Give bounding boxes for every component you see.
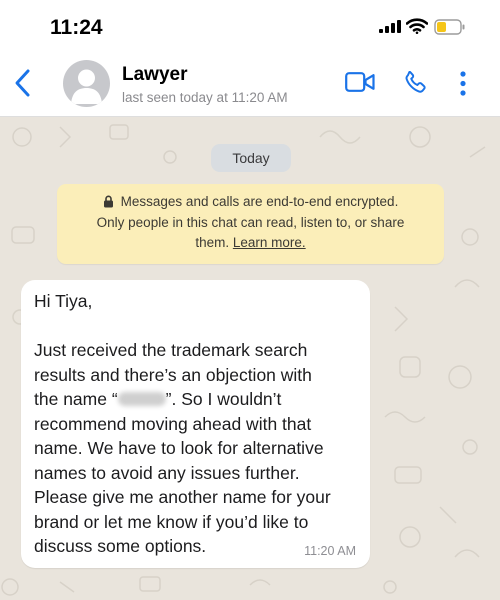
lock-icon — [103, 195, 113, 208]
message-timestamp: 11:20 AM — [304, 544, 356, 558]
date-separator: Today — [211, 144, 291, 172]
phone-icon[interactable] — [403, 69, 429, 95]
message-line: Please give me another name for your — [34, 487, 331, 507]
default-avatar-icon — [71, 69, 102, 104]
encryption-notice[interactable]: Messages and calls are end-to-end encryp… — [57, 184, 444, 264]
encryption-text-1: Messages and calls are end-to-end encryp… — [120, 194, 399, 209]
encryption-line-2: Only people in this chat can read, liste… — [96, 214, 405, 230]
message-line: Just received the trademark search — [34, 340, 308, 360]
message-line: recommend moving ahead with that — [34, 413, 312, 434]
message-line: names to avoid any issues further. — [34, 462, 300, 483]
wifi-icon — [406, 18, 428, 34]
message-line: results and there’s an objection with — [34, 364, 312, 385]
message-fragment: ”. So I wouldn’t — [165, 389, 282, 409]
learn-more-link[interactable]: Learn more. — [233, 235, 306, 250]
avatar[interactable] — [63, 60, 110, 107]
battery-icon — [434, 19, 465, 35]
incoming-message-bubble[interactable]: Hi Tiya, Just received the trademark sea… — [21, 280, 370, 568]
message-line — [34, 314, 364, 339]
back-chevron-icon[interactable] — [12, 68, 34, 98]
message-line: Hi Tiya, — [34, 291, 93, 311]
last-seen-status: last seen today at 11:20 AM — [122, 90, 288, 105]
more-options-icon[interactable] — [455, 70, 471, 98]
chat-area[interactable]: Today Messages and calls are end-to-end … — [0, 117, 500, 600]
video-call-icon[interactable] — [345, 72, 375, 92]
message-line-with-redaction: the name “ ”. So I wouldn’t — [34, 387, 364, 412]
redacted-name-blur — [117, 392, 166, 406]
chat-header: Lawyer last seen today at 11:20 AM — [0, 52, 500, 117]
encryption-line-1: Messages and calls are end-to-end encryp… — [57, 192, 444, 213]
message-line: brand or let me know if you’d like to — [34, 511, 309, 532]
encryption-line-3: them. Learn more. — [57, 233, 444, 254]
message-text: Hi Tiya, Just received the trademark sea… — [34, 289, 364, 559]
message-fragment: the name “ — [34, 389, 118, 409]
message-line: name. We have to look for alternative — [34, 438, 324, 458]
status-bar: 11:24 — [0, 0, 500, 52]
status-time: 11:24 — [50, 16, 103, 39]
encryption-text-3: them. — [195, 235, 233, 250]
contact-name[interactable]: Lawyer — [122, 64, 187, 86]
cellular-signal-icon — [379, 20, 401, 33]
